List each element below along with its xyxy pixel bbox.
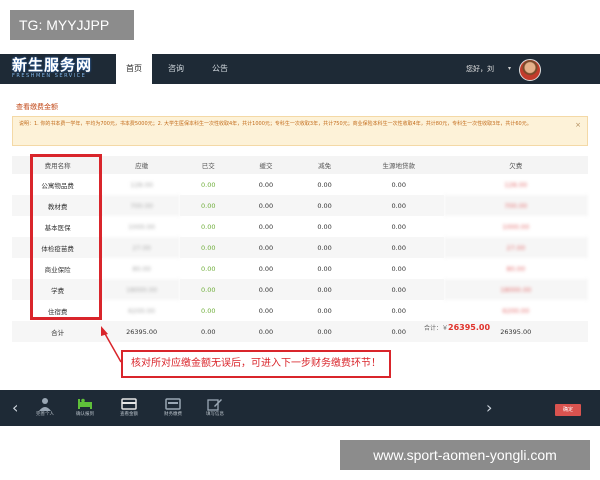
page-title: 查看缴费金额: [16, 103, 58, 111]
logo-title: 新生服务网: [12, 56, 93, 74]
fee-paid: 0.00: [179, 195, 237, 216]
fee-due: 128.00: [130, 180, 153, 189]
fee-deferred: 0.00: [236, 237, 296, 258]
logo-subtitle: FRESHMEN SERVICE: [12, 73, 87, 79]
fee-owed: 1000.00: [502, 222, 530, 231]
fee-waived: 0.00: [317, 264, 332, 273]
fee-due: 27.00: [103, 237, 180, 258]
fee-deferred: 0.00: [236, 195, 296, 216]
fee-due: 1000.00: [128, 222, 156, 231]
fee-loan: 0.00: [353, 279, 444, 300]
step-label: 确认报到: [76, 412, 94, 417]
table-total-row: 合计 26395.00 0.00 0.00 0.00 0.00 26395.00: [12, 321, 588, 342]
fee-deferred: 0.00: [258, 306, 274, 315]
fee-owed: 18000.00: [443, 279, 588, 300]
fee-waived: 0.00: [295, 195, 354, 216]
fee-paid: 0.00: [201, 222, 216, 231]
notice-banner: 说明：1. 你的书本费一学年，平均为700元，书本费5000元；2. 大学生医保…: [12, 116, 588, 146]
fee-waived: 0.00: [317, 222, 332, 231]
fee-loan: 0.00: [391, 306, 406, 315]
callout-text: 核对所对应缴金额无误后，可进入下一步财务缴费环节！: [121, 350, 391, 378]
tab-consult[interactable]: 咨询: [160, 54, 192, 84]
watermark-bottom: www.sport-aomen-yongli.com: [340, 440, 590, 470]
chevron-left-icon[interactable]: ‹: [12, 396, 18, 420]
total-due: 26395.00: [103, 321, 180, 342]
fee-loan: 0.00: [391, 264, 406, 273]
bottom-toolbar: ‹ 完善个人 确认报到 查看金额 财务缴费 填写信息 ›: [0, 390, 600, 426]
payment-icon: [165, 398, 181, 410]
fee-waived: 0.00: [317, 306, 332, 315]
edit-icon: [207, 399, 222, 411]
fee-owed: 6200.00: [502, 306, 530, 315]
step-label: 财务缴费: [164, 412, 182, 417]
fee-owed: 700.00: [443, 195, 588, 216]
site-logo[interactable]: 新生服务网 FRESHMEN SERVICE: [12, 57, 110, 81]
step-checkin-button[interactable]: 确认报到: [70, 390, 100, 426]
fee-waived: 0.00: [295, 237, 354, 258]
column-header: 已交: [179, 156, 237, 174]
fee-deferred: 0.00: [258, 264, 274, 273]
tab-notice[interactable]: 公告: [204, 54, 236, 84]
card-icon: [121, 398, 137, 410]
step-payment-button[interactable]: 财务缴费: [158, 390, 188, 426]
column-header: 缓交: [236, 156, 296, 174]
chevron-down-icon[interactable]: ▾: [508, 54, 511, 84]
fee-due: 700.00: [103, 195, 180, 216]
fee-loan: 0.00: [353, 237, 444, 258]
column-header: 应缴: [103, 156, 180, 174]
column-header: 欠费: [443, 156, 588, 174]
step-label: 完善个人: [36, 412, 54, 417]
fee-loan: 0.00: [353, 195, 444, 216]
bed-icon: [78, 398, 92, 409]
fee-waived: 0.00: [317, 180, 332, 189]
user-greeting[interactable]: 您好，刘: [466, 54, 494, 84]
grand-total-amount: 26395.00: [448, 323, 491, 332]
total-name: 合计: [12, 321, 104, 342]
fee-waived: 0.00: [295, 279, 354, 300]
fee-owed: 27.00: [443, 237, 588, 258]
total-waived: 0.00: [295, 321, 354, 342]
column-header: 生源地贷款: [353, 156, 444, 174]
fee-due: 6200.00: [128, 306, 156, 315]
grand-total-label: 合计：￥: [424, 325, 449, 332]
step-label: 填写信息: [206, 412, 224, 417]
watermark-top: TG: MYYJJPP: [10, 10, 134, 40]
fee-paid: 0.00: [201, 306, 216, 315]
notice-text: 说明：1. 你的书本费一学年，平均为700元，书本费5000元；2. 大学生医保…: [19, 121, 532, 127]
chevron-right-icon[interactable]: ›: [486, 396, 492, 420]
fee-paid: 0.00: [201, 180, 216, 189]
fee-due: 18000.00: [103, 279, 180, 300]
step-info-button[interactable]: 填写信息: [200, 390, 230, 426]
person-icon: [39, 398, 51, 411]
highlight-box: [30, 154, 102, 320]
total-deferred: 0.00: [236, 321, 296, 342]
column-header: 减免: [295, 156, 354, 174]
fee-loan: 0.00: [391, 222, 406, 231]
avatar[interactable]: [519, 59, 541, 81]
fee-paid: 0.00: [179, 279, 237, 300]
app-header: 新生服务网 FRESHMEN SERVICE 首页 咨询 公告 您好，刘 ▾: [0, 54, 600, 84]
fee-deferred: 0.00: [236, 279, 296, 300]
total-paid: 0.00: [179, 321, 237, 342]
fee-paid: 0.00: [179, 237, 237, 258]
close-icon[interactable]: ×: [575, 121, 581, 130]
fee-due: 80.00: [132, 264, 151, 273]
fee-owed: 128.00: [504, 180, 528, 189]
grand-total: 合计：￥26395.00: [424, 323, 490, 332]
fee-deferred: 0.00: [258, 180, 274, 189]
tab-home[interactable]: 首页: [116, 54, 152, 84]
fee-owed: 80.00: [506, 264, 526, 273]
fee-loan: 0.00: [391, 180, 406, 189]
confirm-button[interactable]: 确定: [555, 404, 581, 416]
step-profile-button[interactable]: 完善个人: [30, 390, 60, 426]
fee-paid: 0.00: [201, 264, 216, 273]
step-label: 查看金额: [120, 412, 138, 417]
step-amount-button[interactable]: 查看金额: [114, 390, 144, 426]
fee-deferred: 0.00: [258, 222, 274, 231]
